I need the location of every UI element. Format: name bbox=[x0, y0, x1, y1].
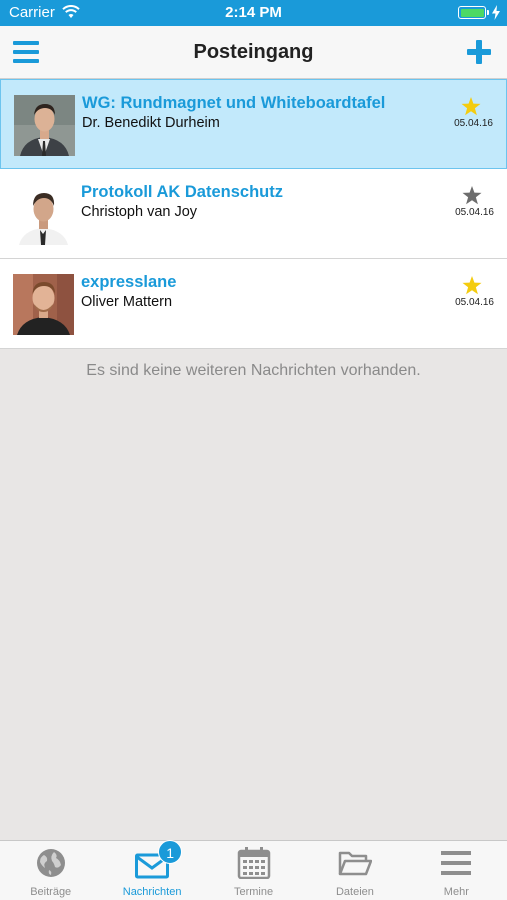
tab-beitraege[interactable]: Beiträge bbox=[0, 841, 101, 900]
folder-icon bbox=[338, 851, 372, 876]
avatar bbox=[13, 184, 74, 245]
star-icon[interactable] bbox=[462, 186, 482, 205]
globe-icon bbox=[36, 849, 65, 877]
message-row[interactable]: WG: Rundmagnet und Whiteboardtafel Dr. B… bbox=[0, 79, 507, 169]
tab-termine[interactable]: Termine bbox=[203, 841, 304, 900]
message-date: 05.04.16 bbox=[455, 207, 494, 218]
tab-label: Beiträge bbox=[30, 886, 72, 898]
tab-dateien[interactable]: Dateien bbox=[304, 841, 405, 900]
message-subject: Protokoll AK Datenschutz bbox=[81, 183, 283, 201]
status-time: 2:14 PM bbox=[225, 4, 282, 21]
status-bar: Carrier 2:14 PM bbox=[0, 0, 507, 26]
tab-nachrichten[interactable]: 1 Nachrichten bbox=[101, 840, 202, 900]
message-row[interactable]: Protokoll AK Datenschutz Christoph van J… bbox=[0, 169, 507, 259]
message-list: WG: Rundmagnet und Whiteboardtafel Dr. B… bbox=[0, 79, 507, 349]
message-date: 05.04.16 bbox=[454, 118, 493, 129]
tab-label: Termine bbox=[233, 886, 274, 898]
empty-list-note: Es sind keine weiteren Nachrichten vorha… bbox=[86, 362, 421, 379]
tab-mehr[interactable]: Mehr bbox=[406, 841, 507, 900]
navigation-bar: Posteingang bbox=[0, 26, 507, 79]
message-sender: Christoph van Joy bbox=[81, 204, 198, 220]
battery-level bbox=[460, 8, 484, 17]
message-sender: Dr. Benedikt Durheim bbox=[82, 115, 220, 131]
avatar bbox=[14, 95, 75, 156]
tab-label: Nachrichten bbox=[122, 886, 182, 898]
tab-label: Mehr bbox=[443, 886, 469, 898]
message-sender: Oliver Mattern bbox=[81, 294, 173, 310]
message-subject: expresslane bbox=[81, 273, 177, 291]
charging-bolt-icon bbox=[492, 5, 500, 20]
tab-bar: Beiträge 1 Nachrichten Termine Dateien M… bbox=[0, 840, 507, 900]
calendar-icon bbox=[237, 847, 270, 879]
message-subject: WG: Rundmagnet und Whiteboardtafel bbox=[82, 94, 386, 112]
message-date: 05.04.16 bbox=[455, 297, 494, 308]
more-lines-icon bbox=[441, 851, 472, 875]
battery-icon bbox=[458, 6, 489, 19]
tab-label: Dateien bbox=[335, 886, 374, 898]
star-icon[interactable] bbox=[461, 97, 481, 116]
unread-badge: 1 bbox=[158, 840, 183, 864]
plus-icon[interactable] bbox=[467, 40, 491, 64]
message-row[interactable]: expresslane Oliver Mattern 05.04.16 bbox=[0, 259, 507, 349]
avatar bbox=[13, 274, 74, 335]
star-icon[interactable] bbox=[462, 276, 482, 295]
page-title: Posteingang bbox=[193, 41, 314, 63]
